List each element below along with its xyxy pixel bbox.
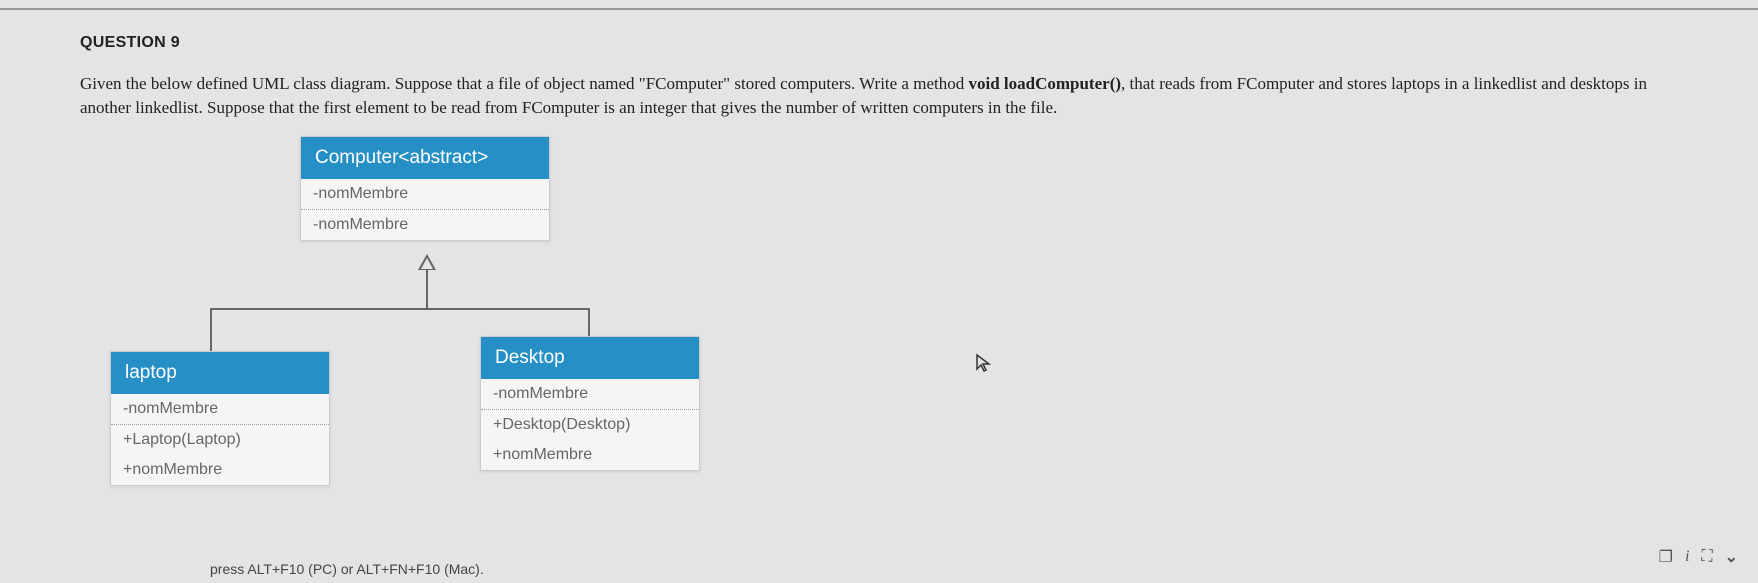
connector-line bbox=[210, 308, 212, 351]
uml-computer-class: Computer<abstract> -nomMembre -nomMembre bbox=[300, 136, 550, 241]
uml-laptop-method1: +Laptop(Laptop) bbox=[111, 425, 329, 455]
uml-desktop-attr1: -nomMembre bbox=[481, 379, 699, 410]
toolbar: ❐ i ⛶ ⌄ bbox=[1659, 547, 1738, 567]
cursor-icon bbox=[975, 353, 993, 379]
uml-laptop-attr1: -nomMembre bbox=[111, 394, 329, 425]
info-icon[interactable]: i bbox=[1685, 548, 1689, 566]
screen-icon[interactable]: ❐ bbox=[1659, 547, 1673, 567]
uml-desktop-method1: +Desktop(Desktop) bbox=[481, 410, 699, 440]
uml-computer-attr1: -nomMembre bbox=[301, 179, 549, 210]
uml-desktop-title: Desktop bbox=[481, 337, 699, 379]
question-title: QUESTION 9 bbox=[80, 34, 1678, 52]
connector-line bbox=[210, 308, 590, 310]
question-text: Given the below defined UML class diagra… bbox=[80, 72, 1678, 120]
uml-desktop-class: Desktop -nomMembre +Desktop(Desktop) +no… bbox=[480, 336, 700, 471]
uml-diagram: Computer<abstract> -nomMembre -nomMembre… bbox=[110, 136, 810, 516]
uml-laptop-class: laptop -nomMembre +Laptop(Laptop) +nomMe… bbox=[110, 351, 330, 486]
question-text-bold: void loadComputer() bbox=[968, 74, 1121, 93]
uml-desktop-method2: +nomMembre bbox=[481, 440, 699, 470]
question-text-part1: Given the below defined UML class diagra… bbox=[80, 74, 968, 93]
inheritance-arrow-icon bbox=[418, 254, 436, 270]
expand-icon[interactable]: ⛶ bbox=[1701, 548, 1712, 566]
uml-computer-title: Computer<abstract> bbox=[301, 137, 549, 179]
connector-line bbox=[588, 308, 590, 336]
chevron-down-icon[interactable]: ⌄ bbox=[1725, 547, 1738, 567]
uml-computer-attr2: -nomMembre bbox=[301, 210, 549, 240]
connector-line bbox=[426, 270, 428, 310]
uml-laptop-title: laptop bbox=[111, 352, 329, 394]
uml-laptop-method2: +nomMembre bbox=[111, 455, 329, 485]
